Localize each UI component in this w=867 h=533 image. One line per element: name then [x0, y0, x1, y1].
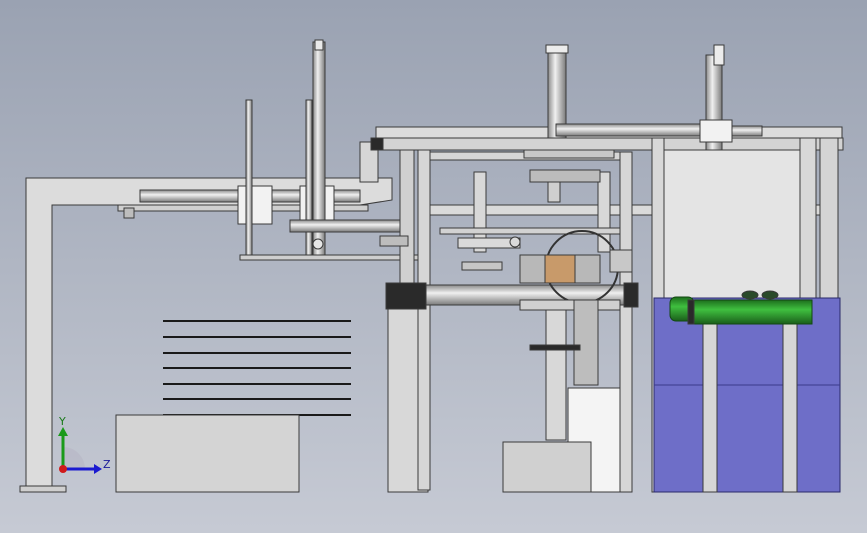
cad-viewport[interactable]: Y Z [0, 0, 867, 533]
z-axis-label: Z [103, 458, 111, 471]
machine-drawing: Y Z [0, 0, 867, 533]
y-axis-label: Y [58, 415, 66, 428]
blue-tank [653, 297, 841, 493]
base-box [115, 414, 300, 493]
